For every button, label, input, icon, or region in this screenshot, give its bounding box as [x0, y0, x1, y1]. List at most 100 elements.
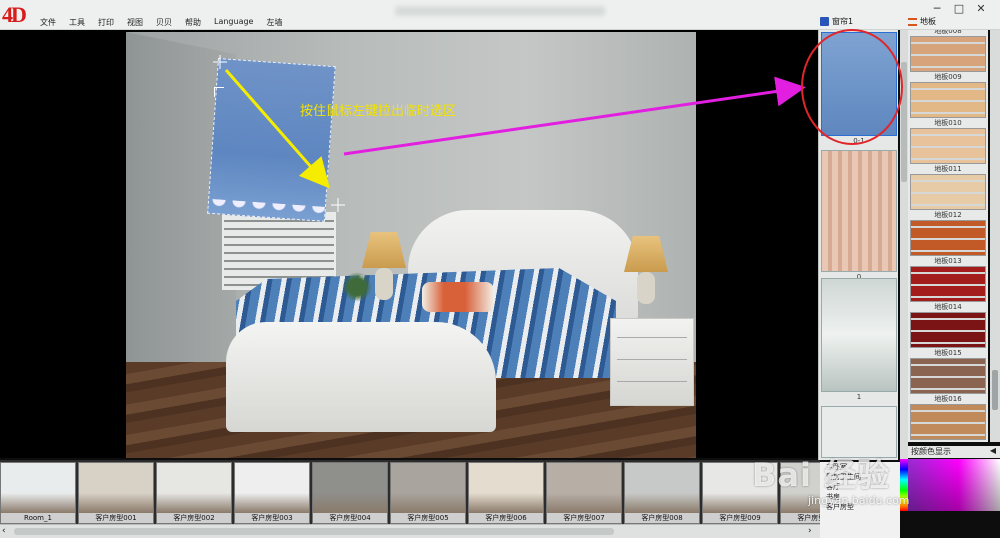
floor-item[interactable]: 地板012	[910, 210, 986, 256]
room-thumb-label: 客户房型005	[391, 513, 465, 523]
floor-item-label: 地板016	[934, 395, 962, 403]
curtain-item-0-1[interactable]: 0-1	[821, 32, 897, 146]
curtain-item-0[interactable]: 0	[821, 150, 897, 282]
floor-item-label: 地板010	[934, 119, 962, 127]
floor-item[interactable]: 地板013	[910, 256, 986, 302]
design-canvas[interactable]: 按住鼠标左键拉出临时选区	[0, 30, 820, 458]
room-thumb-label: 客户房型003	[235, 513, 309, 523]
floor-item-label: 地板013	[934, 257, 962, 265]
floor-item[interactable]: 地板015	[910, 348, 986, 394]
nightstand	[610, 318, 694, 406]
floor-item[interactable]: 地板008	[910, 30, 986, 72]
room-thumb-label: 客户房型004	[313, 513, 387, 523]
scroll-thumb[interactable]	[901, 62, 907, 182]
room-type-thumb[interactable]: 客户房型002	[156, 462, 232, 524]
curtain-panel-title: 窗帘1	[832, 17, 854, 26]
baidu-watermark-url: jingyan.baidu.com	[808, 494, 910, 507]
room-type-strip: Room_1 客户房型001 客户房型002 客户房型003 客户房型004 客户房型00…	[0, 460, 820, 524]
curtain-panel-header[interactable]: 窗帘1	[820, 15, 853, 28]
plant	[342, 272, 372, 302]
floor-panel-title: 地板	[920, 17, 936, 26]
room-type-thumb[interactable]: 客户房型006	[468, 462, 544, 524]
floor-item[interactable]: 地板014	[910, 302, 986, 348]
menu-beibei[interactable]: 贝贝	[156, 17, 172, 28]
room-thumbnail-image	[391, 463, 465, 513]
curtain-scrollbar[interactable]	[900, 30, 908, 460]
menu-bar: 文件 工具 打印 视图 贝贝 帮助 Language 左墙	[40, 17, 295, 28]
room-render[interactable]	[126, 32, 696, 458]
floor-thumbnail	[910, 358, 986, 394]
floor-thumbnail	[910, 174, 986, 210]
floor-item[interactable]: 地板011	[910, 164, 986, 210]
floor-thumbnail	[910, 220, 986, 256]
scroll-thumb[interactable]	[992, 370, 998, 410]
color-filter-header[interactable]: 按颜色显示 ◀	[908, 446, 1000, 458]
menu-print[interactable]: 打印	[98, 17, 114, 28]
room-thumbnail-image	[1, 463, 75, 513]
floor-scrollbar[interactable]	[990, 30, 1000, 442]
floor-thumbnail	[910, 128, 986, 164]
title-menu-bar: 4D 文件 工具 打印 视图 贝贝 帮助 Language 左墙 ─ □ ✕ 窗…	[0, 0, 1000, 30]
curtain-item-1[interactable]: 1	[821, 278, 897, 402]
floor-panel-header[interactable]: 地板	[908, 15, 936, 28]
scroll-left-icon[interactable]: ‹	[2, 526, 6, 536]
maximize-button[interactable]: □	[950, 2, 968, 16]
menu-view[interactable]: 视图	[127, 17, 143, 28]
room-thumbnail-image	[79, 463, 153, 513]
menu-language[interactable]: Language	[214, 17, 253, 28]
annotation-text: 按住鼠标左键拉出临时选区	[300, 104, 457, 119]
floor-thumbnail	[910, 36, 986, 72]
floor-item[interactable]: 地板010	[910, 118, 986, 164]
room-thumb-label: 客户房型009	[703, 513, 777, 523]
lamp-base-right	[637, 272, 655, 304]
horizontal-scrollbar[interactable]: ‹ ›	[0, 524, 820, 538]
room-thumb-label: 客户房型002	[157, 513, 231, 523]
window-title-blurred	[395, 6, 605, 16]
curtain-thumbnail	[821, 150, 897, 272]
floor-item-label: 地板015	[934, 349, 962, 357]
room-thumbnail-image	[625, 463, 699, 513]
room-thumb-label: 客户房型001	[79, 513, 153, 523]
room-thumbnail-image	[235, 463, 309, 513]
floor-item-label: 地板014	[934, 303, 962, 311]
room-type-thumb[interactable]: 客户房型008	[624, 462, 700, 524]
menu-file[interactable]: 文件	[40, 17, 56, 28]
minimize-button[interactable]: ─	[928, 2, 946, 16]
collapse-arrow-icon[interactable]: ◀	[990, 446, 996, 455]
room-thumbnail-image	[547, 463, 621, 513]
bed-footboard	[226, 322, 496, 432]
floor-item-label: 地板011	[934, 165, 962, 173]
curtain-thumbnail	[821, 32, 897, 136]
scroll-right-icon[interactable]: ›	[808, 526, 812, 536]
curtain-thumbnail	[821, 278, 897, 392]
floor-icon	[908, 17, 917, 26]
room-type-thumb[interactable]: 客户房型001	[78, 462, 154, 524]
floor-thumbnail	[910, 312, 986, 348]
room-thumb-label: Room_1	[1, 513, 75, 523]
room-type-thumb[interactable]: 客户房型007	[546, 462, 622, 524]
lamp-base-left	[375, 268, 393, 300]
curtain-item-label: 1	[856, 393, 862, 401]
room-type-thumb[interactable]: 客户房型004	[312, 462, 388, 524]
roman-curtain[interactable]	[207, 58, 336, 222]
close-button[interactable]: ✕	[972, 2, 990, 16]
floor-item[interactable]: 地板016	[910, 394, 986, 440]
room-thumb-label: 客户房型008	[625, 513, 699, 523]
room-type-thumb[interactable]: Room_1	[0, 462, 76, 524]
color-picker[interactable]	[908, 459, 1000, 511]
room-thumbnail-image	[469, 463, 543, 513]
menu-help[interactable]: 帮助	[185, 17, 201, 28]
floor-thumbnail	[910, 82, 986, 118]
app-logo: 4D	[2, 2, 27, 27]
menu-tools[interactable]: 工具	[69, 17, 85, 28]
room-thumb-label: 客户房型010	[781, 513, 820, 523]
room-type-thumb[interactable]: 客户房型005	[390, 462, 466, 524]
floor-item-label: 地板009	[934, 73, 962, 81]
room-type-thumb[interactable]: 客户房型003	[234, 462, 310, 524]
floor-item[interactable]: 地板009	[910, 72, 986, 118]
floor-thumbnail	[910, 266, 986, 302]
floor-thumbnail	[910, 404, 986, 440]
house-icon	[820, 17, 829, 26]
menu-left-wall[interactable]: 左墙	[266, 17, 282, 28]
scroll-thumb[interactable]	[14, 528, 614, 535]
